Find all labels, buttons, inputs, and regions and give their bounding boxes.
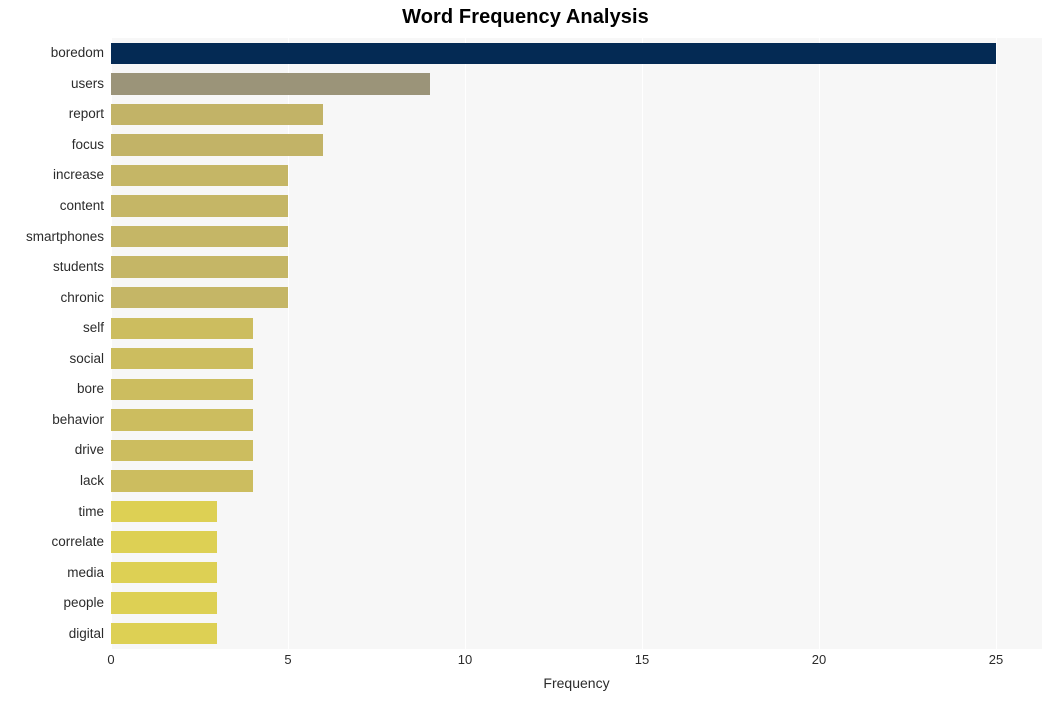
bar-chronic <box>111 286 288 309</box>
y-tick-label-boredom: boredom <box>50 45 104 61</box>
bar-row <box>111 500 1042 523</box>
bar-row <box>111 164 1042 187</box>
bar-row <box>111 286 1042 309</box>
y-tick-label-self: self <box>82 320 104 336</box>
y-tick-label-report: report <box>68 106 104 122</box>
bar-row <box>111 134 1042 156</box>
plot-area <box>111 38 1042 649</box>
y-tick-label-media: media <box>67 564 104 580</box>
y-tick-label-time: time <box>78 503 104 519</box>
bar-row <box>111 409 1042 431</box>
y-tick-label-social: social <box>69 350 104 366</box>
y-tick-label-lack: lack <box>79 472 104 488</box>
bar-row <box>111 42 1042 64</box>
x-tick-label-10: 10 <box>457 652 473 667</box>
x-tick-label-20: 20 <box>811 652 827 667</box>
bar-row <box>111 195 1042 217</box>
y-tick-label-bore: bore <box>76 381 104 397</box>
bar-self <box>111 317 253 339</box>
x-tick-label-5: 5 <box>284 652 292 667</box>
y-tick-label-behavior: behavior <box>52 411 104 427</box>
gridline-x-15 <box>641 38 643 649</box>
x-axis-tick-labels: 0 5 10 15 20 25 <box>107 649 1042 673</box>
bar-row <box>111 561 1042 584</box>
y-tick-label-chronic: chronic <box>60 289 104 305</box>
bar-row <box>111 256 1042 278</box>
y-tick-label-smartphones: smartphones <box>25 228 104 244</box>
bar-row <box>111 317 1042 339</box>
bar-row <box>111 225 1042 248</box>
x-tick-label-0: 0 <box>107 652 115 667</box>
bar-row <box>111 531 1042 553</box>
y-tick-label-correlate: correlate <box>51 534 104 550</box>
bar-boredom <box>111 42 996 64</box>
bar-report <box>111 103 324 126</box>
bar-students <box>111 256 288 278</box>
bar-users <box>111 73 430 95</box>
bar-row <box>111 73 1042 95</box>
y-tick-label-increase: increase <box>52 167 104 183</box>
bar-row <box>111 592 1042 614</box>
bar-media <box>111 561 218 584</box>
bar-digital <box>111 623 218 645</box>
y-axis-tick-labels: boredom users report focus increase content sm… <box>0 38 104 649</box>
bar-row <box>111 439 1042 462</box>
gridline-x-5 <box>287 38 289 649</box>
bar-row <box>111 103 1042 126</box>
x-tick-label-25: 25 <box>988 652 1004 667</box>
bar-focus <box>111 134 324 156</box>
y-tick-label-students: students <box>52 259 104 275</box>
y-tick-label-digital: digital <box>68 625 104 641</box>
y-tick-label-users: users <box>70 75 104 91</box>
chart-title: Word Frequency Analysis <box>402 6 649 28</box>
bar-lack <box>111 470 253 492</box>
bar-drive <box>111 439 253 462</box>
y-tick-label-content: content <box>59 198 104 214</box>
gridline-x-10 <box>464 38 466 649</box>
bar-increase <box>111 164 288 187</box>
x-axis-label: Frequency <box>543 675 610 691</box>
gridline-x-0 <box>111 38 112 649</box>
bar-row <box>111 470 1042 492</box>
bar-correlate <box>111 531 218 553</box>
bar-time <box>111 500 218 523</box>
x-tick-label-15: 15 <box>634 652 650 667</box>
bar-bore <box>111 378 253 400</box>
word-frequency-chart: Word Frequency Analysis boredom users repo… <box>0 0 1051 701</box>
gridline-x-20 <box>818 38 820 649</box>
bar-row <box>111 623 1042 645</box>
bar-row <box>111 348 1042 370</box>
gridline-x-25 <box>995 38 997 649</box>
y-tick-label-people: people <box>63 595 104 611</box>
bar-row <box>111 378 1042 400</box>
bar-content <box>111 195 288 217</box>
bar-smartphones <box>111 225 288 248</box>
bar-behavior <box>111 409 253 431</box>
bar-people <box>111 592 218 614</box>
y-tick-label-focus: focus <box>71 136 104 152</box>
y-tick-label-drive: drive <box>74 442 104 458</box>
bar-social <box>111 348 253 370</box>
